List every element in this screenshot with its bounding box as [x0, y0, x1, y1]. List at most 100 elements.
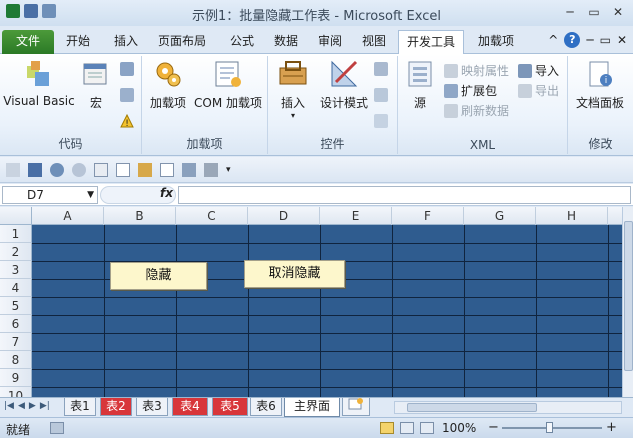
visual-basic-button[interactable]: Visual Basic [2, 58, 76, 108]
column-header[interactable]: F [392, 207, 464, 225]
macro-record-icon[interactable] [50, 422, 64, 434]
next-sheet-icon[interactable]: ▶ [29, 401, 36, 411]
row-header[interactable]: 1 [0, 225, 32, 243]
sheet-tab[interactable]: 表2 [100, 398, 132, 416]
worksheet-grid[interactable]: A B C D E F G H 1 2 3 4 5 6 7 8 9 10 隐藏 … [0, 207, 622, 397]
prev-sheet-icon[interactable]: ◀ [18, 401, 25, 411]
com-addin-button[interactable]: COM 加载项 [190, 58, 266, 111]
format-painter-icon[interactable] [138, 162, 152, 177]
visual-basic-icon [23, 58, 55, 90]
print-preview-icon[interactable] [94, 162, 108, 177]
row-header[interactable]: 2 [0, 243, 32, 261]
export-button[interactable]: 导出 [518, 82, 559, 99]
vertical-scroll-thumb[interactable] [624, 221, 633, 371]
redo-icon[interactable] [72, 162, 86, 177]
save-icon[interactable] [28, 162, 42, 177]
run-dialog-icon[interactable] [374, 114, 388, 128]
checkbox-icon[interactable] [160, 162, 174, 177]
help-icon[interactable]: ? [564, 32, 581, 48]
zoom-slider-thumb[interactable] [546, 422, 553, 433]
row-header[interactable]: 7 [0, 333, 32, 351]
horizontal-scroll-thumb[interactable] [407, 403, 537, 412]
macro-security-icon[interactable]: ! [120, 114, 134, 128]
xml-source-button[interactable]: 源 [404, 58, 436, 111]
calendar-icon[interactable] [6, 162, 20, 177]
doc-close-button[interactable]: ✕ [617, 33, 627, 47]
zoom-out-button[interactable]: − [488, 420, 499, 435]
page-layout-view-icon[interactable] [400, 422, 414, 434]
expansion-pack-button[interactable]: 扩展包 [444, 82, 497, 99]
doc-restore-button[interactable]: ▭ [600, 33, 611, 47]
insert-sheet-icon[interactable] [342, 398, 370, 416]
tab-home[interactable]: 开始 [58, 30, 98, 54]
column-header[interactable]: B [104, 207, 176, 225]
doc-minimize-button[interactable]: ─ [586, 33, 593, 47]
camera-icon[interactable] [182, 162, 196, 177]
row-header[interactable]: 6 [0, 315, 32, 333]
column-header[interactable]: H [536, 207, 608, 225]
zoom-level[interactable]: 100% [442, 421, 476, 435]
tab-developer[interactable]: 开发工具 [398, 30, 465, 54]
printer-icon[interactable] [204, 162, 218, 177]
import-button[interactable]: 导入 [518, 62, 559, 79]
column-header[interactable]: A [32, 207, 104, 225]
undo-icon[interactable] [50, 162, 64, 177]
column-header[interactable]: G [464, 207, 536, 225]
insert-function-icon[interactable]: fx [160, 186, 173, 200]
window-title: 示例1：批量隐藏工作表 - Microsoft Excel [192, 9, 441, 24]
normal-view-icon[interactable] [380, 422, 394, 434]
tab-data[interactable]: 数据 [266, 30, 306, 54]
tab-addins[interactable]: 加载项 [470, 30, 522, 54]
column-header[interactable]: E [320, 207, 392, 225]
vertical-scrollbar[interactable] [622, 207, 633, 397]
row-header[interactable]: 3 [0, 261, 32, 279]
sheet-tab[interactable]: 表1 [64, 398, 96, 416]
zoom-in-button[interactable]: + [606, 420, 617, 435]
tab-insert[interactable]: 插入 [106, 30, 146, 54]
tab-page-layout[interactable]: 页面布局 [150, 30, 214, 54]
horizontal-scrollbar[interactable] [394, 401, 622, 414]
unhide-sheets-button[interactable]: 取消隐藏 [244, 260, 345, 288]
new-doc-icon[interactable] [116, 162, 130, 177]
row-header[interactable]: 9 [0, 369, 32, 387]
row-header[interactable]: 8 [0, 351, 32, 369]
refresh-data-button[interactable]: 刷新数据 [444, 102, 509, 119]
column-header[interactable]: D [248, 207, 320, 225]
sheet-tab[interactable]: 表4 [172, 398, 208, 416]
sheet-tab[interactable]: 表6 [250, 398, 282, 416]
properties-icon[interactable] [374, 62, 388, 76]
row-header[interactable]: 10 [0, 387, 32, 397]
design-mode-button[interactable]: 设计模式 [314, 58, 374, 111]
hide-sheets-button[interactable]: 隐藏 [110, 262, 207, 290]
tab-review[interactable]: 审阅 [310, 30, 350, 54]
tab-formulas[interactable]: 公式 [222, 30, 262, 54]
insert-control-button[interactable]: 插入 ▾ [274, 58, 312, 120]
column-header[interactable]: C [176, 207, 248, 225]
page-break-view-icon[interactable] [420, 422, 434, 434]
sheet-tab[interactable]: 表3 [136, 398, 168, 416]
name-box[interactable]: D7 ▼ [2, 186, 98, 204]
document-panel-button[interactable]: i 文档面板 [570, 58, 630, 111]
addin-button[interactable]: 加载项 [146, 58, 190, 111]
minimize-button[interactable]: ─ [559, 3, 581, 21]
tab-view[interactable]: 视图 [354, 30, 394, 54]
row-header[interactable]: 4 [0, 279, 32, 297]
record-macro-icon[interactable] [120, 62, 134, 76]
close-button[interactable]: ✕ [607, 3, 629, 21]
sheet-tab[interactable]: 表5 [212, 398, 248, 416]
customize-qat-icon[interactable]: ▾ [226, 165, 231, 175]
formula-input[interactable] [178, 186, 631, 204]
last-sheet-icon[interactable]: ▶| [40, 401, 50, 411]
tab-file[interactable]: 文件 [2, 30, 54, 54]
sheet-tab-active[interactable]: 主界面 [284, 398, 340, 417]
view-code-icon[interactable] [374, 88, 388, 102]
name-box-dropdown-icon[interactable]: ▼ [87, 187, 94, 203]
row-header[interactable]: 5 [0, 297, 32, 315]
ribbon-collapse-icon[interactable]: ^ [548, 33, 558, 47]
map-properties-button[interactable]: 映射属性 [444, 62, 509, 79]
macro-button[interactable]: 宏 [78, 58, 114, 111]
relative-ref-icon[interactable] [120, 88, 134, 102]
restore-button[interactable]: ▭ [583, 3, 605, 21]
select-all-corner[interactable] [0, 207, 32, 225]
first-sheet-icon[interactable]: |◀ [4, 401, 14, 411]
